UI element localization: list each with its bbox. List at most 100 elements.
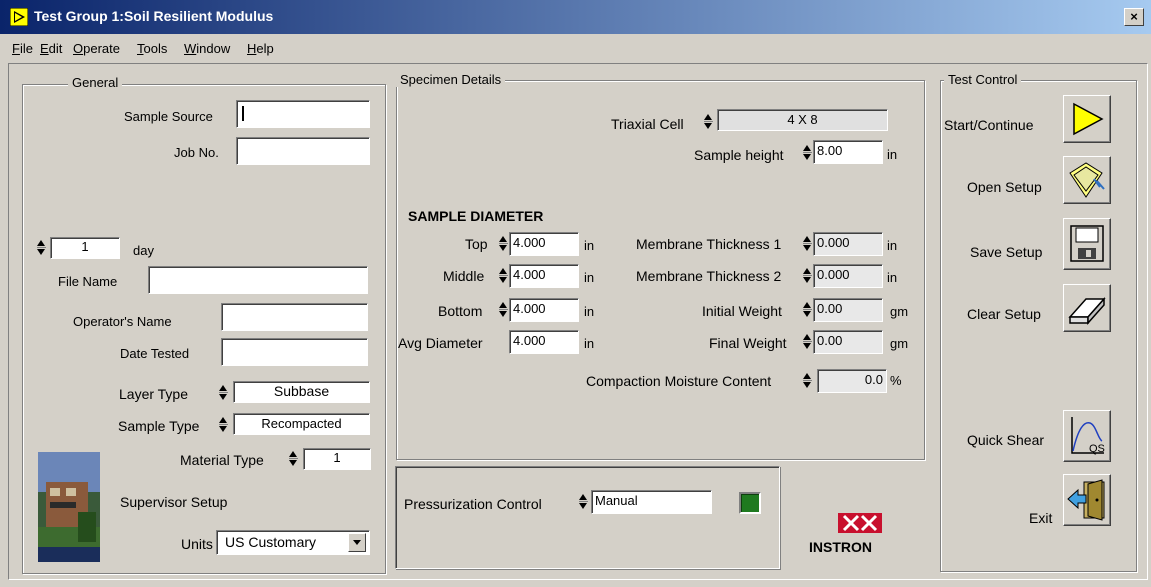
sample-height-input[interactable]: 8.00: [813, 140, 883, 164]
membrane-thickness-1-spinner[interactable]: [803, 235, 812, 253]
pressurization-spinner[interactable]: [579, 493, 588, 511]
sample-source-label: Sample Source: [124, 109, 213, 124]
menu-help-label: elp: [256, 41, 274, 56]
clear-setup-label: Clear Setup: [967, 306, 1041, 322]
middle-diameter-input[interactable]: 4.000: [509, 264, 579, 288]
membrane-thickness-2-input[interactable]: 0.000: [813, 264, 883, 288]
compaction-moisture-input[interactable]: 0.0: [817, 369, 887, 393]
job-no-label: Job No.: [174, 145, 219, 160]
menu-operate[interactable]: Operate: [73, 41, 120, 56]
menu-window[interactable]: Window: [184, 41, 230, 56]
bottom-diameter-input[interactable]: 4.000: [509, 298, 579, 322]
exit-button[interactable]: [1063, 474, 1111, 526]
top-diameter-spinner[interactable]: [499, 235, 508, 253]
middle-diameter-unit: in: [584, 270, 595, 285]
avg-diameter-unit: in: [584, 336, 595, 351]
material-type-input[interactable]: 1: [303, 448, 371, 470]
membrane-thickness-2-spinner[interactable]: [803, 267, 812, 285]
compaction-moisture-label: Compaction Moisture Content: [586, 373, 772, 389]
menu-file[interactable]: File: [12, 41, 33, 56]
menu-edit[interactable]: Edit: [40, 41, 62, 56]
pressurization-control-label: Pressurization Control: [404, 496, 542, 512]
triaxial-cell-label: Triaxial Cell: [611, 116, 684, 132]
instron-logo-text: INSTRON: [809, 539, 872, 555]
date-tested-input[interactable]: [221, 338, 368, 366]
app-icon: [9, 7, 29, 27]
file-name-input[interactable]: [148, 266, 368, 294]
initial-weight-label: Initial Weight: [702, 303, 782, 319]
final-weight-spinner[interactable]: [803, 333, 812, 351]
specimen-details-legend: Specimen Details: [396, 72, 506, 87]
middle-diameter-label: Middle: [443, 268, 485, 284]
sample-height-label: Sample height: [694, 147, 784, 163]
units-dropdown-button[interactable]: [348, 533, 366, 552]
day-input[interactable]: 1: [50, 237, 120, 259]
middle-diameter-spinner[interactable]: [499, 267, 508, 285]
bottom-diameter-spinner[interactable]: [499, 301, 508, 319]
triaxial-cell-ring[interactable]: 4 X 8: [717, 109, 888, 131]
menu-window-label: indow: [196, 41, 231, 56]
sample-source-input[interactable]: [236, 100, 370, 128]
final-weight-unit: gm: [890, 336, 909, 351]
bottom-diameter-unit: in: [584, 304, 595, 319]
initial-weight-spinner[interactable]: [803, 301, 812, 319]
triaxial-cell-spinner[interactable]: [704, 113, 713, 131]
membrane-thickness-1-input[interactable]: 0.000: [813, 232, 883, 256]
general-legend: General: [68, 75, 123, 90]
initial-weight-input[interactable]: 0.00: [813, 298, 883, 322]
start-continue-label: Start/Continue: [944, 117, 1034, 133]
floppy-disk-icon: [1070, 225, 1104, 262]
open-setup-button[interactable]: [1063, 156, 1111, 204]
units-select[interactable]: US Customary: [216, 530, 370, 555]
menu-edit-mnemonic: E: [40, 41, 49, 56]
initial-weight-unit: gm: [890, 304, 909, 319]
operator-name-input[interactable]: [221, 303, 368, 331]
exit-label: Exit: [1029, 510, 1053, 526]
material-type-label: Material Type: [180, 452, 264, 468]
pressurization-control-ring[interactable]: Manual: [591, 490, 712, 514]
pressurization-led-indicator[interactable]: [739, 492, 761, 514]
play-icon: [1073, 102, 1104, 136]
text-cursor: [242, 106, 244, 121]
save-setup-button[interactable]: [1063, 218, 1111, 270]
exit-door-icon: [1067, 479, 1105, 521]
menu-file-label: ile: [19, 41, 33, 56]
menu-operate-label: perate: [83, 41, 120, 56]
job-no-input[interactable]: [236, 137, 370, 165]
menu-tools-label: ools: [143, 41, 168, 56]
units-label: Units: [181, 536, 213, 552]
open-setup-label: Open Setup: [967, 179, 1042, 195]
membrane-thickness-2-unit: in: [887, 270, 898, 285]
eraser-icon: [1068, 297, 1106, 325]
final-weight-input[interactable]: 0.00: [813, 330, 883, 354]
final-weight-label: Final Weight: [709, 335, 787, 351]
layer-type-ring[interactable]: Subbase: [233, 381, 370, 403]
supervisor-setup-label[interactable]: Supervisor Setup: [120, 494, 227, 510]
top-diameter-input[interactable]: 4.000: [509, 232, 579, 256]
menu-bar: File Edit Operate Tools Window Help: [0, 38, 1151, 58]
day-spinner[interactable]: [37, 239, 46, 257]
clear-setup-button[interactable]: [1063, 284, 1111, 332]
bottom-diameter-label: Bottom: [438, 303, 483, 319]
start-continue-button[interactable]: [1063, 95, 1111, 143]
material-type-spinner[interactable]: [289, 450, 298, 468]
compaction-moisture-spinner[interactable]: [803, 372, 812, 390]
menu-help[interactable]: Help: [247, 41, 274, 56]
top-diameter-label: Top: [465, 236, 488, 252]
menu-tools[interactable]: Tools: [137, 41, 167, 56]
menu-file-mnemonic: F: [12, 41, 20, 56]
file-name-label: File Name: [58, 274, 118, 289]
sample-type-spinner[interactable]: [219, 416, 228, 434]
sample-height-spinner[interactable]: [803, 144, 812, 162]
top-diameter-unit: in: [584, 238, 595, 253]
membrane-thickness-1-label: Membrane Thickness 1: [636, 236, 782, 252]
date-tested-label: Date Tested: [120, 346, 190, 361]
operator-name-label: Operator's Name: [73, 314, 172, 329]
close-button[interactable]: ×: [1124, 8, 1144, 26]
sample-type-ring[interactable]: Recompacted: [233, 413, 370, 435]
avg-diameter-label: Avg Diameter: [398, 335, 483, 351]
open-folder-icon: [1069, 162, 1105, 198]
save-setup-label: Save Setup: [970, 244, 1043, 260]
membrane-thickness-2-label: Membrane Thickness 2: [636, 268, 782, 284]
layer-type-spinner[interactable]: [219, 384, 228, 402]
